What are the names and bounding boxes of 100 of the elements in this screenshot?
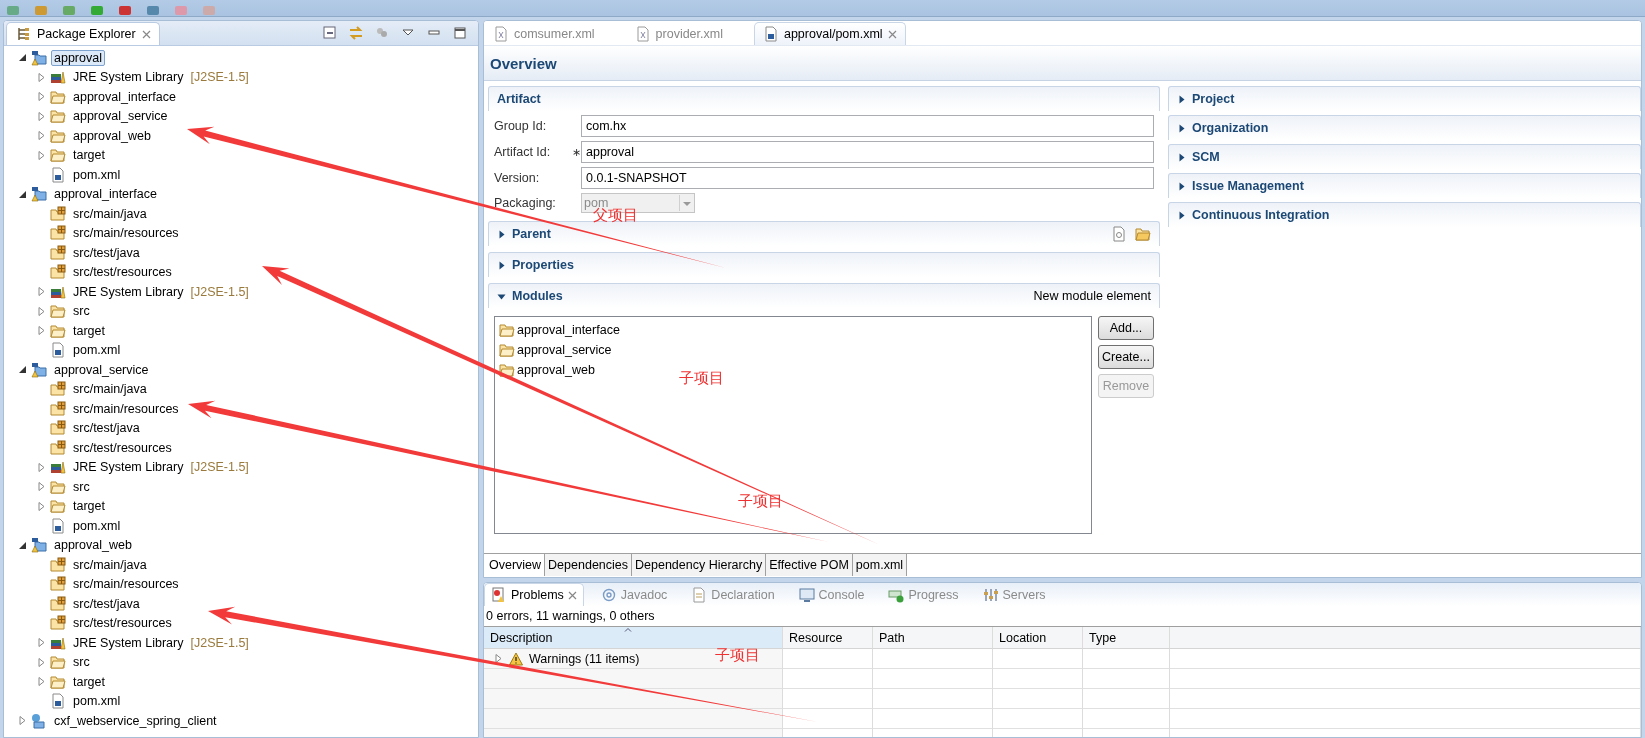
collapse-toggle-icon[interactable] [18, 189, 27, 199]
view-tab[interactable]: Package Explorer [6, 22, 160, 45]
tree-item[interactable]: JRE System Library [70, 69, 187, 86]
tree-item[interactable]: src/test/resources [70, 615, 175, 632]
tree-item[interactable]: approval_interface [51, 186, 160, 203]
link-arrows-icon[interactable] [348, 25, 364, 41]
expand-toggle-icon[interactable] [37, 150, 46, 160]
collapse-toggle-icon[interactable] [18, 365, 27, 375]
tree-item[interactable]: target [70, 498, 108, 515]
tree-item[interactable]: src/test/java [70, 420, 143, 437]
tree-item[interactable]: src [70, 478, 93, 495]
module-item[interactable]: approval_service [517, 342, 612, 357]
column-header[interactable]: Type [1083, 627, 1170, 649]
section-header[interactable]: Continuous Integration [1168, 202, 1641, 227]
tree-item[interactable]: src/main/java [70, 381, 150, 398]
text-field[interactable]: com.hx [581, 115, 1154, 137]
module-item[interactable]: approval_interface [517, 322, 620, 337]
tree-item[interactable]: src [70, 654, 93, 671]
tree-item[interactable]: JRE System Library [70, 634, 187, 651]
expand-toggle-icon[interactable] [1177, 123, 1186, 133]
module-button[interactable]: Create... [1098, 345, 1154, 369]
expand-toggle-icon[interactable] [494, 654, 503, 663]
expand-toggle-icon[interactable] [497, 260, 506, 270]
toolbar-icon[interactable] [90, 6, 104, 16]
folder-icon[interactable] [1135, 226, 1151, 242]
view-tab[interactable]: Problems [484, 583, 584, 606]
tree-item[interactable]: src/test/java [70, 244, 143, 261]
expand-toggle-icon[interactable] [497, 229, 506, 239]
close-icon[interactable] [567, 590, 577, 600]
tree-item[interactable]: approval_web [51, 537, 135, 554]
toolbar-icon[interactable] [34, 6, 48, 16]
section-header[interactable]: Modules New module element [488, 283, 1160, 308]
section-header[interactable]: Issue Management [1168, 173, 1641, 198]
tree-item[interactable]: src/test/java [70, 595, 143, 612]
column-header[interactable]: Description [484, 627, 783, 649]
section-header[interactable]: Organization [1168, 115, 1641, 140]
expand-toggle-icon[interactable] [1177, 152, 1186, 162]
page-tab[interactable]: pom.xml [852, 554, 908, 576]
column-header[interactable]: Path [873, 627, 993, 649]
tree-item[interactable]: src [70, 303, 93, 320]
close-icon[interactable] [141, 29, 151, 39]
tree-item[interactable]: pom.xml [70, 693, 124, 710]
tree-item[interactable]: src/main/java [70, 205, 150, 222]
expand-toggle-icon[interactable] [37, 677, 46, 687]
expand-toggle-icon[interactable] [37, 111, 46, 121]
tree-item[interactable]: target [70, 673, 108, 690]
expand-toggle-icon[interactable] [37, 657, 46, 667]
page-tab[interactable]: Dependencies [545, 554, 632, 576]
expand-toggle-icon[interactable] [37, 92, 46, 102]
tree-item[interactable]: approval_service [70, 108, 171, 125]
collapse-all-icon[interactable] [322, 25, 338, 41]
expand-toggle-icon[interactable] [37, 501, 46, 511]
module-button[interactable]: Add... [1098, 316, 1154, 340]
expand-toggle-icon[interactable] [37, 482, 46, 492]
page-tab[interactable]: Effective POM [766, 554, 853, 576]
expand-toggle-icon[interactable] [37, 638, 46, 648]
maximize-icon[interactable] [452, 25, 468, 41]
toolbar-icon[interactable] [146, 6, 160, 16]
file-icon[interactable] [1111, 226, 1127, 242]
page-tab[interactable]: Overview [486, 554, 546, 576]
expand-toggle-icon[interactable] [37, 306, 46, 316]
toolbar-icon[interactable] [62, 6, 76, 16]
expand-toggle-icon[interactable] [37, 287, 46, 297]
editor-tab[interactable]: comsumer.xml [484, 22, 604, 45]
text-field[interactable]: approval [581, 141, 1154, 163]
collapse-toggle-icon[interactable] [18, 53, 27, 63]
expand-toggle-icon[interactable] [37, 326, 46, 336]
expand-toggle-icon[interactable] [1177, 181, 1186, 191]
tree-item[interactable]: pom.xml [70, 166, 124, 183]
tree-item[interactable]: pom.xml [70, 517, 124, 534]
tree-item[interactable]: pom.xml [70, 342, 124, 359]
column-header[interactable]: Resource [783, 627, 873, 649]
section-header[interactable]: Properties [488, 252, 1160, 277]
expand-toggle-icon[interactable] [18, 716, 27, 726]
tree-item[interactable]: cxf_webservice_spring_client [51, 712, 220, 729]
column-header[interactable]: Location [993, 627, 1083, 649]
module-item[interactable]: approval_web [517, 362, 595, 377]
text-field[interactable]: 0.0.1-SNAPSHOT [581, 167, 1154, 189]
tree-item[interactable]: src/main/resources [70, 400, 182, 417]
tree-item[interactable]: target [70, 147, 108, 164]
tree-item[interactable]: src/test/resources [70, 264, 175, 281]
new-module-link[interactable]: New module element [1033, 289, 1151, 303]
tree-item[interactable]: approval [51, 49, 105, 66]
toolbar-icon[interactable] [118, 6, 132, 16]
tree-item[interactable]: src/main/resources [70, 225, 182, 242]
editor-tab[interactable]: provider.xml [625, 22, 732, 45]
close-icon[interactable] [887, 29, 897, 39]
tree-item[interactable]: approval_interface [70, 88, 179, 105]
tree-item[interactable]: src/test/resources [70, 439, 175, 456]
expand-toggle-icon[interactable] [37, 462, 46, 472]
editor-tab[interactable]: approval/pom.xml [753, 22, 906, 45]
page-tab[interactable]: Dependency Hierarchy [632, 554, 767, 576]
toolbar-icon[interactable] [6, 6, 20, 16]
tree-item[interactable]: JRE System Library [70, 283, 187, 300]
tree-item[interactable]: JRE System Library [70, 459, 187, 476]
expand-toggle-icon[interactable] [37, 72, 46, 82]
tree-item[interactable]: approval_service [51, 361, 152, 378]
expand-toggle-icon[interactable] [37, 131, 46, 141]
section-header[interactable]: Project [1168, 86, 1641, 111]
tree-item[interactable]: src/main/resources [70, 576, 182, 593]
